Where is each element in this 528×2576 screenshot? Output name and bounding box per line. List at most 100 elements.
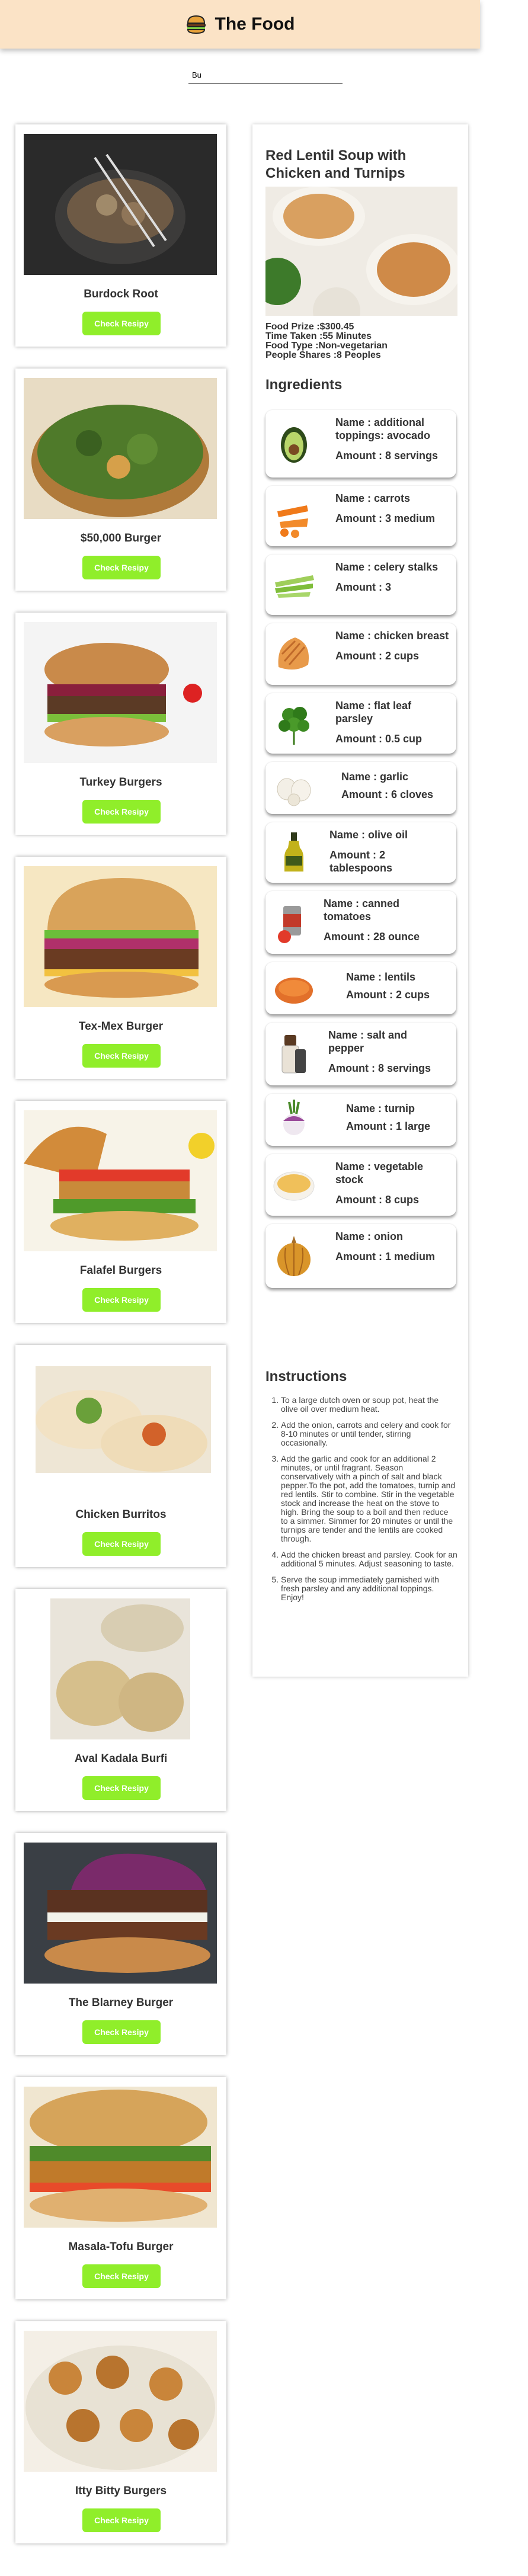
recipe-image	[24, 622, 217, 763]
ingredient-name: Name : garlic	[341, 771, 409, 783]
recipe-card-chicken-burritos[interactable]: Chicken Burritos Check Resipy	[15, 1345, 226, 1567]
recipe-name: Falafel Burgers	[79, 1264, 162, 1277]
ingredient-item: Name : chicken breast Amount : 2 cups	[265, 623, 456, 685]
ingredient-item: Name : turnip Amount : 1 large	[265, 1094, 456, 1146]
recipe-card-masala-tofu-burger[interactable]: Masala-Tofu Burger Check Resipy	[15, 2077, 226, 2299]
ingredient-amount: Amount : 1 medium	[335, 1251, 436, 1263]
recipe-name: The Blarney Burger	[68, 1997, 174, 2009]
recipe-card-burdock-root[interactable]: Burdock Root Check Resipy	[15, 124, 226, 347]
recipe-meta: Food Prize :$300.45 Time Taken :55 Minut…	[265, 322, 388, 360]
recipe-image	[24, 1110, 217, 1251]
check-recipe-button[interactable]: Check Resipy	[82, 1288, 161, 1312]
ingredient-item: Name : celery stalks Amount : 3	[265, 555, 456, 615]
recipe-card-falafel-burgers[interactable]: Falafel Burgers Check Resipy	[15, 1101, 226, 1323]
ingredient-amount: Amount : 28 ounce	[324, 931, 420, 943]
check-recipe-button[interactable]: Check Resipy	[82, 1532, 161, 1556]
ingredient-name: Name : celery stalks	[335, 561, 439, 573]
ingredient-amount: Amount : 2 tablespoons	[329, 849, 393, 874]
parsley-icon	[279, 707, 309, 745]
ingredient-item: Name : salt and pepper Amount : 8 serving…	[265, 1023, 456, 1085]
vegetable-stock-icon	[273, 1171, 315, 1201]
ingredient-amount: Amount : 0.5 cup	[335, 733, 423, 745]
recipe-time: Time Taken :55 Minutes	[265, 331, 372, 341]
chicken-breast-icon	[278, 637, 309, 670]
ingredient-item: Name : onion Amount : 1 medium	[265, 1224, 456, 1288]
recipe-card-aval-kadala-burfi[interactable]: Aval Kadala Burfi Check Resipy	[15, 1589, 226, 1811]
recipe-card-tex-mex-burger[interactable]: Tex-Mex Burger Check Resipy	[15, 857, 226, 1079]
ingredient-item: Name : flat leaf parsley Amount : 0.5 cup	[265, 693, 456, 754]
recipe-image	[24, 1843, 217, 1984]
salt-pepper-icon	[281, 1035, 306, 1074]
ingredient-name: Name : turnip	[346, 1103, 415, 1114]
recipe-detail-image	[265, 187, 457, 316]
ingredient-name: Name : olive oil	[329, 829, 408, 841]
ingredient-name: Name : onion	[335, 1231, 404, 1242]
recipe-card-turkey-burgers[interactable]: Turkey Burgers Check Resipy	[15, 613, 226, 835]
ingredient-name: Name : canned tomatoes	[324, 898, 400, 922]
olive-oil-icon	[284, 832, 303, 872]
instruction-step: Add the onion, carrots and celery and co…	[281, 1421, 457, 1447]
ingredient-item: Name : olive oil Amount : 2 tablespoons	[265, 822, 456, 883]
onion-icon	[277, 1236, 311, 1276]
check-recipe-button[interactable]: Check Resipy	[82, 2508, 161, 2532]
carrot-icon	[277, 505, 308, 538]
recipe-image	[24, 2331, 217, 2472]
canned-tomato-icon	[278, 906, 301, 943]
recipe-name: $50,000 Burger	[80, 532, 162, 544]
ingredient-item: Name : additional toppings: avocado Amoun…	[265, 410, 456, 478]
check-recipe-button[interactable]: Check Resipy	[82, 2020, 161, 2044]
ingredient-name: Name : lentils	[346, 971, 416, 983]
ingredient-name: Name : salt and pepper	[328, 1029, 408, 1054]
ingredient-item: Name : lentils Amount : 2 cups	[265, 962, 456, 1014]
recipe-price: Food Prize :$300.45	[265, 322, 354, 332]
recipe-card-blarney-burger[interactable]: The Blarney Burger Check Resipy	[15, 1833, 226, 2055]
ingredient-name: Name : flat leaf parsley	[335, 700, 412, 725]
check-recipe-button[interactable]: Check Resipy	[82, 556, 161, 579]
check-recipe-button[interactable]: Check Resipy	[82, 2264, 161, 2288]
burger-icon	[186, 15, 206, 34]
turnip-icon	[283, 1100, 305, 1135]
ingredient-amount: Amount : 3	[335, 581, 391, 593]
ingredient-name: Name : additional toppings: avocado	[335, 416, 431, 441]
instruction-step: Serve the soup immediately garnished wit…	[281, 1575, 457, 1602]
check-recipe-button[interactable]: Check Resipy	[82, 1776, 161, 1800]
ingredient-name: Name : carrots	[335, 492, 411, 504]
ingredient-name: Name : chicken breast	[335, 630, 449, 642]
recipe-type: Food Type :Non-vegetarian	[265, 341, 388, 351]
celery-icon	[275, 575, 314, 598]
ingredient-amount: Amount : 8 cups	[335, 1194, 420, 1206]
app-title: The Food	[215, 14, 295, 34]
instructions-heading: Instructions	[265, 1369, 347, 1385]
check-recipe-button[interactable]: Check Resipy	[82, 800, 161, 824]
recipe-title: Red Lentil Soup with Chicken and Turnips	[265, 148, 407, 181]
recipe-image	[24, 1354, 217, 1495]
search-input[interactable]	[188, 67, 343, 84]
instruction-step: Add the garlic and cook for an additiona…	[281, 1454, 457, 1543]
ingredients-heading: Ingredients	[265, 377, 343, 393]
check-recipe-button[interactable]: Check Resipy	[82, 312, 161, 335]
recipe-name: Turkey Burgers	[79, 776, 162, 789]
recipe-image	[24, 1598, 217, 1739]
recipe-card-50000-burger[interactable]: $50,000 Burger Check Resipy	[15, 369, 226, 591]
lentils-icon	[275, 978, 313, 1004]
recipe-name: Aval Kadala Burfi	[74, 1752, 168, 1765]
recipe-name: Tex-Mex Burger	[78, 1020, 164, 1033]
search-bar	[188, 67, 343, 84]
ingredient-amount: Amount : 2 cups	[346, 989, 430, 1001]
ingredient-amount: Amount : 2 cups	[335, 650, 420, 662]
instruction-step: To a large dutch oven or soup pot, heat …	[281, 1396, 457, 1414]
ingredient-amount: Amount : 3 medium	[335, 512, 436, 524]
instructions-list: To a large dutch oven or soup pot, heat …	[268, 1396, 457, 1609]
ingredient-amount: Amount : 8 servings	[335, 450, 439, 462]
check-recipe-button[interactable]: Check Resipy	[82, 1044, 161, 1068]
recipe-card-itty-bitty-burgers[interactable]: Itty Bitty Burgers Check Resipy	[15, 2321, 226, 2543]
recipe-image	[24, 866, 217, 1007]
recipe-shares: People Shares :8 Peoples	[265, 350, 381, 360]
garlic-icon	[277, 778, 311, 806]
ingredient-name: Name : vegetable stock	[335, 1161, 424, 1186]
recipe-image	[24, 2087, 217, 2228]
ingredient-amount: Amount : 8 servings	[328, 1062, 431, 1074]
recipe-detail-panel: Red Lentil Soup with Chicken and Turnips…	[252, 124, 468, 1677]
ingredient-amount: Amount : 6 cloves	[341, 789, 434, 800]
app-header: The Food	[0, 0, 480, 49]
